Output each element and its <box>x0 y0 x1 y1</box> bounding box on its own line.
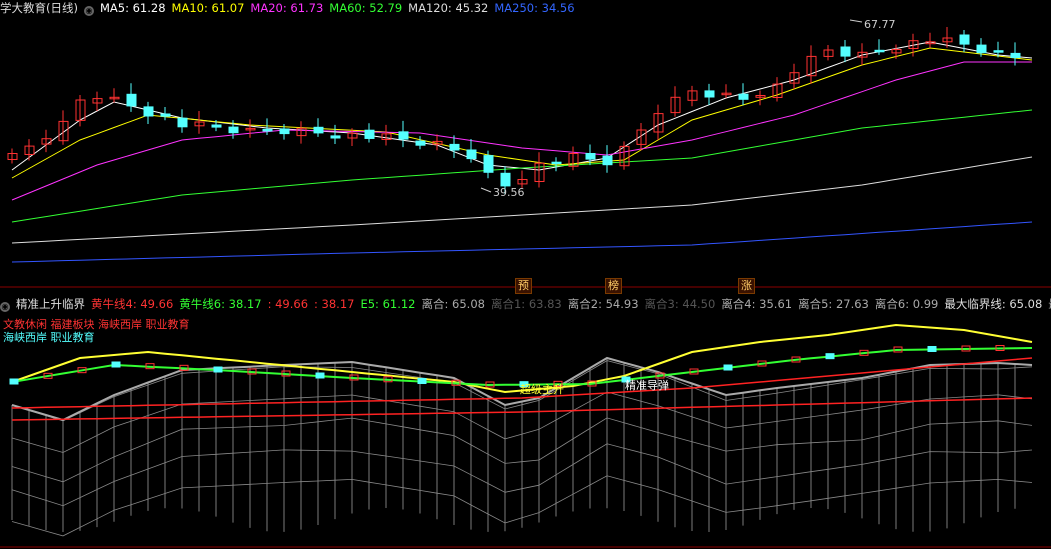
indicator-mini-candle <box>825 353 835 360</box>
ma-legend-items: MA5: 61.28 MA10: 61.07 MA20: 61.73 MA60: 52… <box>100 1 581 15</box>
indicator-mini-candle <box>927 346 937 352</box>
ma-legend-item: MA20: 61.73 <box>250 1 324 15</box>
candlestick <box>398 120 409 148</box>
indicator-legend-item: 离合: 65.08 <box>421 297 485 311</box>
indicator-legend-item: 离合5: 27.63 <box>798 297 869 311</box>
indicator-name: 精准上升临界 <box>16 297 85 311</box>
candlestick <box>653 104 664 140</box>
candlestick <box>24 139 35 161</box>
indicator-legend-item: E5: 61.12 <box>360 297 416 311</box>
indicator-mini-candle <box>417 378 427 384</box>
candlestick <box>636 123 647 151</box>
main-legend: 学大教育(日线) ◉ MA5: 61.28 MA10: 61.07 MA20: 61.7… <box>0 0 1051 16</box>
candlestick <box>755 90 766 106</box>
candlestick <box>143 101 154 124</box>
ma120-line <box>11 156 1033 244</box>
candlestick <box>704 83 715 105</box>
indicator-legend-item: 黄牛线4: 49.66 <box>91 297 174 311</box>
candlestick <box>262 118 273 135</box>
annotation-precise-missile: 精准导弹 <box>625 379 669 392</box>
candlestick <box>602 145 613 173</box>
high-price-label: 67.77 <box>864 18 896 31</box>
indicator-legend-item: : 38.17 <box>314 297 355 311</box>
indicator-legend-items: 黄牛线4: 49.66 黄牛线6: 38.17 : 49.66 : 38.17 E5: … <box>91 297 1051 311</box>
indicator-settings-icon[interactable]: ◉ <box>0 302 10 312</box>
indicator-legend-item: 离合1: 63.83 <box>490 297 562 311</box>
candlestick <box>160 107 171 121</box>
indicator-legend-item: : 49.66 <box>267 297 309 311</box>
candlestick <box>840 40 851 63</box>
candlestick <box>432 134 443 151</box>
ma-legend-item: MA250: 34.56 <box>494 1 575 15</box>
candlestick <box>296 121 307 144</box>
candlestick <box>194 111 205 134</box>
ma60-line <box>11 109 1033 223</box>
low-price-marker: 39.56 <box>480 186 525 199</box>
ma-legend-item: MA5: 61.28 <box>99 1 166 15</box>
indicator-legend-item: 黄牛线6: 38.17 <box>179 297 262 311</box>
candlestick <box>466 139 477 163</box>
signal-badge-yu[interactable]: 预 <box>515 278 532 294</box>
indicator-mini-candle <box>9 378 19 385</box>
candlestick <box>109 88 120 103</box>
annotation-super-rise: 超级主升 <box>520 383 564 396</box>
candlestick <box>41 129 52 153</box>
indicator-legend-item: 最大临界线: 65.08 <box>944 297 1043 311</box>
ma-legend-item: MA60: 52.79 <box>329 1 403 15</box>
candlestick <box>330 124 341 144</box>
moving-average-lines <box>11 41 1033 263</box>
sector-tags-line1: 文教休闲 福建板块 海峡西岸 职业教育 <box>3 318 190 331</box>
settings-circle-icon[interactable]: ◉ <box>83 6 94 16</box>
indicator-mini-candle <box>723 364 733 371</box>
candlestick <box>687 85 698 107</box>
indicator-mini-candle <box>315 372 325 379</box>
ma-legend-item: MA10: 61.07 <box>171 1 245 15</box>
indicator-legend-item: 离合2: 54.93 <box>567 297 639 311</box>
candlestick <box>92 91 103 111</box>
low-price-label: 39.56 <box>493 186 525 199</box>
candlestick <box>415 136 426 150</box>
candlestick <box>806 45 817 84</box>
candlestick <box>313 118 324 137</box>
ma-legend-item: MA120: 45.32 <box>408 1 489 15</box>
candlestick <box>619 141 630 170</box>
candlestick <box>177 109 188 133</box>
candlestick <box>738 83 749 106</box>
indicator-legend-item: 离合4: 35.61 <box>721 297 793 311</box>
candlestick <box>925 32 936 48</box>
candlestick <box>126 83 137 112</box>
high-price-marker: 67.77 <box>849 18 896 31</box>
indicator-legend-item: 离合3: 44.50 <box>644 297 716 311</box>
candlestick <box>245 119 256 138</box>
candlestick <box>721 84 732 98</box>
stock-chart-canvas[interactable]: 67.77 39.56 <box>0 0 1051 549</box>
indicator-mini-candle <box>213 366 223 373</box>
candlestick <box>823 45 834 61</box>
candlestick <box>568 146 579 171</box>
sector-tags-line2: 海峡西岸 职业教育 <box>3 331 95 344</box>
candlestick <box>381 124 392 146</box>
indicator-legend: ◉ 精准上升临界 黄牛线4: 49.66 黄牛线6: 38.17 : 49.66 : 38… <box>0 296 1051 312</box>
candlestick <box>7 148 18 164</box>
candlestick <box>789 63 800 90</box>
indicator-mini-candle <box>111 361 121 368</box>
signal-badge-bang[interactable]: 榜 <box>605 278 622 294</box>
chart-title: 学大教育(日线) <box>0 1 78 15</box>
candlestick <box>670 86 681 117</box>
candlestick <box>772 77 783 102</box>
indicator-legend-item: 离合6: 0.99 <box>874 297 939 311</box>
ma250-line <box>11 221 1033 263</box>
signal-badge-zhang[interactable]: 涨 <box>738 278 755 294</box>
candlestick <box>364 123 375 143</box>
candlestick <box>58 110 69 145</box>
